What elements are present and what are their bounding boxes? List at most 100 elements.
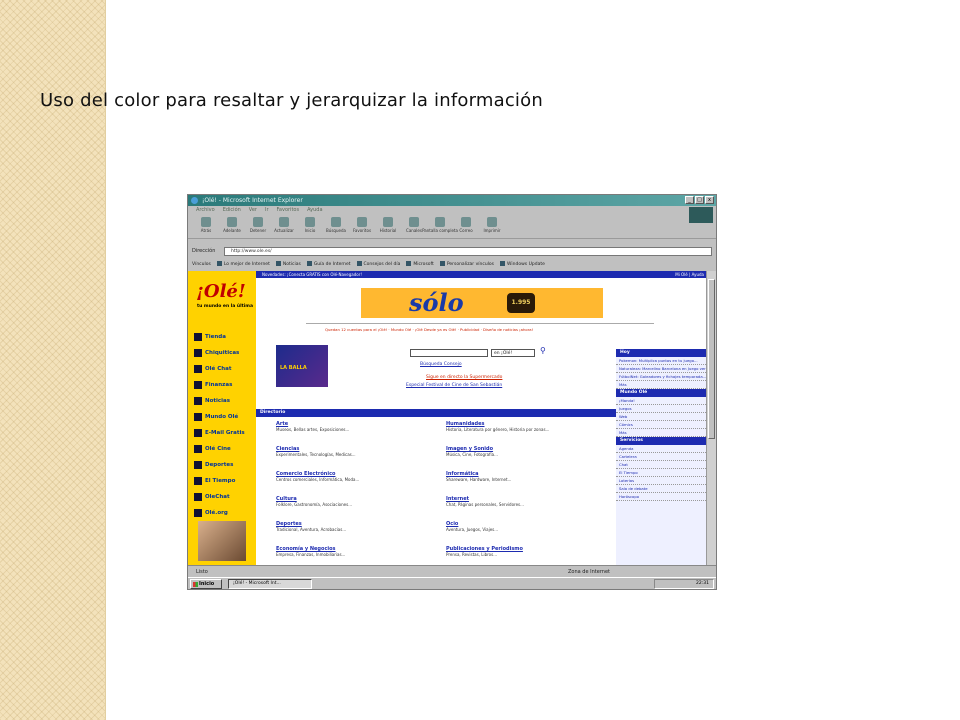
category-subs[interactable]: Folklore, Gastronomía, Asociaciones...: [276, 502, 446, 507]
link-item[interactable]: Noticias: [276, 259, 301, 270]
search-button[interactable]: Búsqueda: [324, 215, 348, 239]
hoy-item[interactable]: Más: [616, 381, 708, 389]
category-subs[interactable]: Empresa, Finanzas, Inmobiliarias...: [276, 552, 446, 557]
category-subs[interactable]: Historia, Literatura por género, Histori…: [446, 427, 616, 432]
history-button[interactable]: Historial: [376, 215, 400, 239]
nav-item[interactable]: Chiquiticas: [194, 345, 245, 361]
taskbar: Inicio ¡Olé! - Microsoft Int... 22:31: [188, 577, 716, 589]
banner-price: 1.995: [507, 293, 535, 313]
link-item[interactable]: Lo mejor de Internet: [217, 259, 270, 270]
mail-button[interactable]: Correo: [454, 215, 478, 239]
mundo-item[interactable]: Cómics: [616, 421, 708, 429]
category-subs[interactable]: Museos, Bellas artes, Exposiciones...: [276, 427, 446, 432]
laballa-ad[interactable]: LA BALLA: [276, 345, 328, 387]
vertical-scrollbar[interactable]: [706, 271, 716, 567]
news-right[interactable]: Mi Olé | Ayuda: [675, 271, 704, 278]
print-button[interactable]: Imprimir: [480, 215, 504, 239]
nav-item[interactable]: Mundo Olé: [194, 409, 245, 425]
nav-item[interactable]: Olé Chat: [194, 361, 245, 377]
promo-link[interactable]: Especial Festival de Cine de San Sebasti…: [406, 383, 502, 388]
hoy-item[interactable]: FútbolNet: Goleadores y fichajes tempora…: [616, 373, 708, 381]
promo-link[interactable]: Sigue en directo la Supermercado: [426, 375, 502, 380]
mundo-item[interactable]: Web: [616, 413, 708, 421]
address-label: Dirección: [192, 248, 216, 254]
menu-archivo[interactable]: Archivo: [196, 206, 215, 215]
menu-ver[interactable]: Ver: [249, 206, 257, 215]
news-text[interactable]: Novedades: ¡Conecta GRATIS con Olé-Naveg…: [262, 272, 362, 277]
search-icon[interactable]: ⚲: [540, 346, 546, 355]
start-button[interactable]: Inicio: [190, 579, 222, 589]
close-icon[interactable]: x: [705, 196, 714, 204]
category-subs[interactable]: Shareware, Hardware, Internet...: [446, 477, 616, 482]
link-item[interactable]: Windows Update: [500, 259, 545, 270]
category-subs[interactable]: Aventura, Juegos, Viajes...: [446, 527, 616, 532]
category-subs[interactable]: Chat, Páginas personales, Servidores...: [446, 502, 616, 507]
ie-icon: [191, 197, 198, 204]
ole-tagline: tu mundo en la ûltima: [197, 304, 254, 309]
taskbar-item[interactable]: ¡Olé! - Microsoft Int...: [228, 579, 312, 589]
ole-logo[interactable]: ¡Olé!: [196, 281, 246, 302]
nav-item[interactable]: Olé Cine: [194, 441, 245, 457]
address-input[interactable]: http://www.ole.es/: [224, 247, 712, 256]
mundo-item[interactable]: ¡Manda!: [616, 397, 708, 405]
nav-item[interactable]: Deportes: [194, 457, 245, 473]
servicios-item[interactable]: Cartelera: [616, 453, 708, 461]
web-page: ¡Olé! tu mundo en la ûltima Tienda Chiqu…: [188, 271, 708, 567]
nav-item[interactable]: Tienda: [194, 329, 245, 345]
nav-item[interactable]: Finanzas: [194, 377, 245, 393]
nav-item[interactable]: El Tiempo: [194, 473, 245, 489]
servicios-item[interactable]: Chat: [616, 461, 708, 469]
search-input[interactable]: [410, 349, 488, 357]
back-button[interactable]: Atrás: [194, 215, 218, 239]
link-item[interactable]: Guía de Internet: [307, 259, 351, 270]
directory-category: Informática Shareware, Hardware, Internet…: [446, 471, 616, 496]
stop-button[interactable]: Detener: [246, 215, 270, 239]
category-subs[interactable]: Centros comerciales, Informática, Moda..…: [276, 477, 446, 482]
maximize-icon[interactable]: □: [695, 196, 704, 204]
laballa-label: LA BALLA: [280, 365, 307, 371]
search-tabs[interactable]: Búsqueda Consejo: [420, 362, 462, 367]
category-subs[interactable]: Música, Cine, Fotografía...: [446, 452, 616, 457]
menu-favoritos[interactable]: Favoritos: [277, 206, 300, 215]
nav-item[interactable]: OleChat: [194, 489, 245, 505]
servicios-item[interactable]: Agenda: [616, 445, 708, 453]
servicios-item[interactable]: Horóscopo: [616, 493, 708, 501]
menu-edicion[interactable]: Edición: [223, 206, 241, 215]
fullscreen-button[interactable]: Pantalla completa: [422, 215, 458, 239]
hoy-item[interactable]: Naturaleza: Marcelino Barcelona en Juego…: [616, 365, 708, 373]
browser-titlebar: ¡Olé! - Microsoft Internet Explorer _ □ …: [188, 195, 716, 206]
category-subs[interactable]: Prensa, Revistas, Libros...: [446, 552, 616, 557]
servicios-item[interactable]: Loterías: [616, 477, 708, 485]
servicios-item[interactable]: Sala de debate: [616, 485, 708, 493]
link-item[interactable]: Consejos del día: [357, 259, 401, 270]
mundo-item[interactable]: Juegos: [616, 405, 708, 413]
link-item[interactable]: Microsoft: [406, 259, 433, 270]
minimize-icon[interactable]: _: [685, 196, 694, 204]
category-subs[interactable]: Experimentales, Tecnologías, Medicas...: [276, 452, 446, 457]
directory-category: Imagen y Sonido Música, Cine, Fotografía.…: [446, 446, 616, 471]
channels-button[interactable]: Canales: [402, 215, 426, 239]
links-bar: Vínculos Lo mejor de Internet Noticias G…: [188, 259, 716, 270]
menu-ir[interactable]: Ir: [265, 206, 269, 215]
hoy-item[interactable]: Pokemon: Multiplica puntos en tu juego..…: [616, 357, 708, 365]
directory-col-left: Arte Museos, Bellas artes, Exposiciones..…: [276, 421, 446, 571]
window-title: ¡Olé! - Microsoft Internet Explorer: [202, 197, 303, 204]
servicios-item[interactable]: El Tiempo: [616, 469, 708, 477]
category-subs[interactable]: Tradicional, Aventura, Acrobacias...: [276, 527, 446, 532]
address-bar: Dirección http://www.ole.es/: [188, 245, 716, 257]
directory-category: Cultura Folklore, Gastronomía, Asociacion…: [276, 496, 446, 521]
menu-ayuda[interactable]: Ayuda: [307, 206, 322, 215]
mundo-item[interactable]: Más: [616, 429, 708, 437]
home-button[interactable]: Inicio: [298, 215, 322, 239]
favorites-button[interactable]: Favoritos: [350, 215, 374, 239]
nav-item[interactable]: Noticias: [194, 393, 245, 409]
nav-item[interactable]: E-Mail Gratis: [194, 425, 245, 441]
refresh-button[interactable]: Actualizar: [272, 215, 296, 239]
solo-banner[interactable]: sólo 1.995: [361, 288, 603, 318]
search-scope-select[interactable]: en ¡Olé!: [491, 349, 535, 357]
promo-links[interactable]: Quedan 12 cuentas para el ¡Olé! · Mundo …: [325, 327, 533, 332]
forward-button[interactable]: Adelante: [220, 215, 244, 239]
link-item[interactable]: Personalizar vínculos: [440, 259, 494, 270]
scrollbar-thumb[interactable]: [708, 279, 715, 439]
nav-item[interactable]: Olé.org: [194, 505, 245, 521]
